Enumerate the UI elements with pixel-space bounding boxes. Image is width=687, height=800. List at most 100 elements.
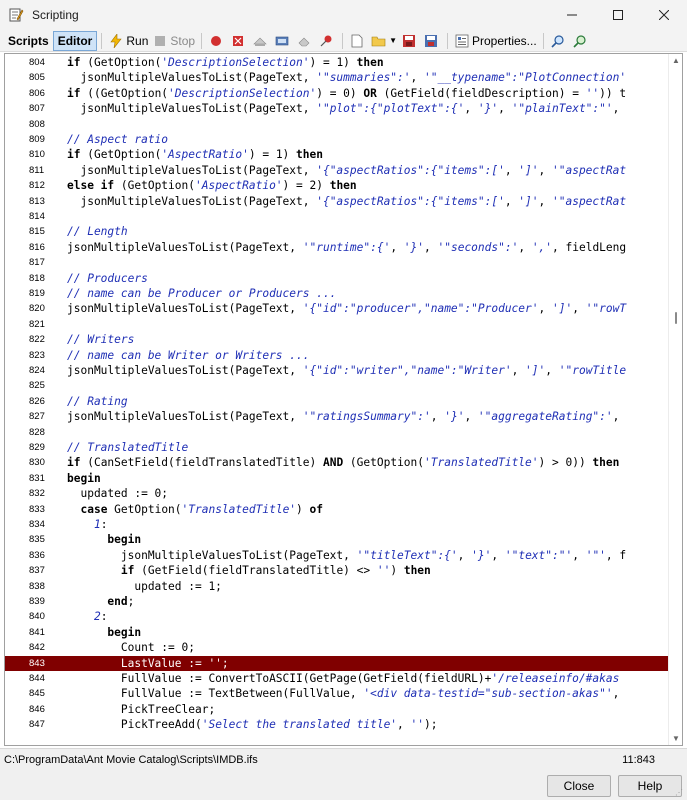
code-line[interactable]: 845 FullValue := TextBetween(FullValue, … <box>5 686 669 701</box>
step-button[interactable] <box>250 31 272 51</box>
pin-button[interactable] <box>316 31 338 51</box>
tab-scripts[interactable]: Scripts <box>4 31 53 51</box>
code-line[interactable]: 819 // name can be Producer or Producers … <box>5 286 669 301</box>
line-number: 805 <box>29 72 45 84</box>
code-line[interactable]: 806 if ((GetOption('DescriptionSelection'… <box>5 86 669 101</box>
code-text: // Producers <box>67 271 148 285</box>
code-line[interactable]: 826 // Rating <box>5 394 669 409</box>
code-line[interactable]: 805 jsonMultipleValuesToList(PageText, '… <box>5 70 669 85</box>
code-line[interactable]: 827 jsonMultipleValuesToList(PageText, '"… <box>5 409 669 424</box>
line-number: 838 <box>29 580 45 592</box>
breakpoint-button[interactable] <box>206 31 228 51</box>
resize-grip-icon[interactable]: ⋰ <box>675 788 685 798</box>
code-text: 1: <box>93 518 108 531</box>
line-number: 810 <box>29 149 45 161</box>
code-line[interactable]: 820 jsonMultipleValuesToList(PageText, '{… <box>5 301 669 316</box>
code-line[interactable]: 810 if (GetOption('AspectRatio') = 1) the… <box>5 147 669 162</box>
line-number: 812 <box>29 180 45 192</box>
help-button-label: Help <box>637 779 663 793</box>
code-line-highlighted[interactable]: 843 LastValue := ''; <box>5 655 669 671</box>
clear-breakpoints-button[interactable] <box>228 31 250 51</box>
code-text: updated := 0; <box>67 487 169 501</box>
code-line[interactable]: 821 <box>5 317 669 332</box>
code-line[interactable]: 809 // Aspect ratio <box>5 132 669 147</box>
tab-editor[interactable]: Editor <box>52 30 98 51</box>
code-line[interactable]: 816 jsonMultipleValuesToList(PageText, '"… <box>5 240 669 255</box>
run-button[interactable]: Run <box>106 31 150 51</box>
code-text: // Rating <box>67 394 128 408</box>
help-button[interactable]: Help <box>618 775 682 797</box>
toolbar: Scripts Editor Run Stop ▼ Properties... <box>0 30 687 52</box>
code-line[interactable]: 815 // Length <box>5 224 669 239</box>
line-number: 844 <box>29 673 45 684</box>
code-line[interactable]: 813 jsonMultipleValuesToList(PageText, '… <box>5 194 669 209</box>
line-number: 835 <box>29 534 45 546</box>
code-line[interactable]: 830 if (CanSetField(fieldTranslatedTitle)… <box>5 455 669 470</box>
chevron-down-icon: ▼ <box>389 36 397 45</box>
code-line[interactable]: 808 <box>5 117 669 132</box>
code-line[interactable]: 835 begin <box>5 532 669 547</box>
code-line[interactable]: 847 PickTreeAdd('Select the translated t… <box>5 717 669 732</box>
code-text: // name can be Producer or Producers ... <box>67 287 337 300</box>
code-line[interactable]: 828 <box>5 425 669 440</box>
code-line[interactable]: 836 jsonMultipleValuesToList(PageText, '… <box>5 548 669 563</box>
line-number: 832 <box>29 488 45 500</box>
code-line[interactable]: 831 begin <box>5 471 669 486</box>
scroll-thumb[interactable] <box>675 312 677 324</box>
replace-button[interactable] <box>570 31 592 51</box>
code-line[interactable]: 833 case GetOption('TranslatedTitle') of <box>5 502 669 517</box>
code-line[interactable]: 817 <box>5 255 669 270</box>
code-line[interactable]: 824 jsonMultipleValuesToList(PageText, '{… <box>5 363 669 378</box>
maximize-icon[interactable] <box>595 0 641 30</box>
scroll-down-icon[interactable]: ▼ <box>671 734 681 743</box>
line-number: 842 <box>29 642 45 654</box>
code-editor[interactable]: 804 if (GetOption('DescriptionSelection')… <box>4 53 683 746</box>
code-line[interactable]: 832 updated := 0; <box>5 486 669 501</box>
code-text: LastValue := ''; <box>67 656 229 670</box>
code-line[interactable]: 841 begin <box>5 625 669 640</box>
find-button[interactable] <box>548 31 570 51</box>
code-text: if (GetOption('AspectRatio') = 1) then <box>67 148 323 162</box>
code-line[interactable]: 840 2: <box>5 609 669 624</box>
watch-button[interactable] <box>272 31 294 51</box>
code-line[interactable]: 829 // TranslatedTitle <box>5 440 669 455</box>
code-line[interactable]: 842 Count := 0; <box>5 640 669 655</box>
code-text: jsonMultipleValuesToList(PageText, '{"as… <box>67 194 627 208</box>
save-button[interactable] <box>399 31 421 51</box>
code-line[interactable]: 811 jsonMultipleValuesToList(PageText, '… <box>5 163 669 178</box>
code-line[interactable]: 804 if (GetOption('DescriptionSelection')… <box>5 55 669 70</box>
open-button[interactable]: ▼ <box>369 31 399 51</box>
code-line[interactable]: 837 if (GetField(fieldTranslatedTitle) <… <box>5 563 669 578</box>
code-line[interactable]: 812 else if (GetOption('AspectRatio') = 2… <box>5 178 669 193</box>
code-text: case GetOption('TranslatedTitle') of <box>80 502 324 516</box>
code-line[interactable]: 834 1: <box>5 517 669 532</box>
code-line[interactable]: 846 PickTreeClear; <box>5 702 669 717</box>
code-line[interactable]: 818 // Producers <box>5 271 669 286</box>
code-line[interactable]: 825 <box>5 378 669 393</box>
properties-button[interactable]: Properties... <box>452 31 539 51</box>
vertical-scrollbar[interactable]: ▲ ▼ <box>668 54 682 745</box>
code-line[interactable]: 822 // Writers <box>5 332 669 347</box>
watch-icon <box>274 33 290 49</box>
code-line[interactable]: 807 jsonMultipleValuesToList(PageText, '… <box>5 101 669 116</box>
scroll-up-icon[interactable]: ▲ <box>671 56 681 65</box>
line-number: 836 <box>29 549 45 561</box>
code-line[interactable]: 814 <box>5 209 669 224</box>
code-line[interactable]: 844 FullValue := ConvertToASCII(GetPage(… <box>5 671 669 686</box>
toolbar-separator <box>201 32 203 49</box>
stop-button[interactable]: Stop <box>150 31 197 51</box>
minimize-icon[interactable] <box>549 0 595 30</box>
close-button[interactable]: Close <box>547 775 611 797</box>
code-area[interactable]: 804 if (GetOption('DescriptionSelection')… <box>5 54 669 745</box>
new-button[interactable] <box>347 31 369 51</box>
close-icon[interactable] <box>641 0 687 30</box>
code-line[interactable]: 823 // name can be Writer or Writers ... <box>5 348 669 363</box>
save-as-icon <box>423 33 439 49</box>
code-line[interactable]: 838 updated := 1; <box>5 579 669 594</box>
eval-button[interactable] <box>294 31 316 51</box>
breakpoint-icon <box>208 33 224 49</box>
line-number: 837 <box>29 565 45 577</box>
code-line[interactable]: 839 end; <box>5 594 669 609</box>
line-number: 827 <box>29 411 45 423</box>
save-as-button[interactable] <box>421 31 443 51</box>
